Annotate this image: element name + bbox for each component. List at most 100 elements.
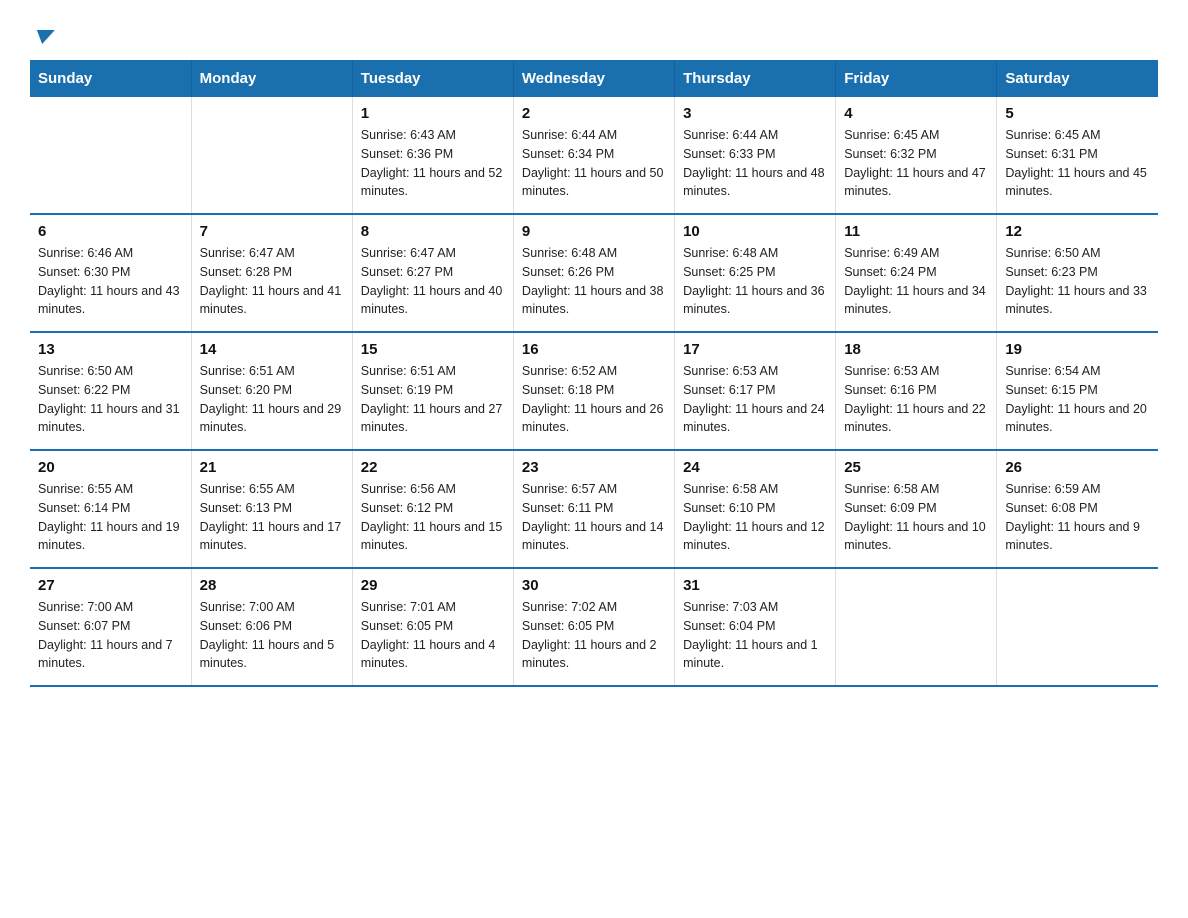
day-info: Sunrise: 6:56 AMSunset: 6:12 PMDaylight:… bbox=[361, 480, 505, 555]
weekday-header-sunday: Sunday bbox=[30, 60, 191, 97]
day-number: 12 bbox=[1005, 223, 1150, 240]
logo bbox=[30, 20, 53, 42]
day-number: 26 bbox=[1005, 459, 1150, 476]
day-cell: 3Sunrise: 6:44 AMSunset: 6:33 PMDaylight… bbox=[675, 97, 836, 214]
day-number: 9 bbox=[522, 223, 666, 240]
day-number: 4 bbox=[844, 105, 988, 122]
week-row-1: 1Sunrise: 6:43 AMSunset: 6:36 PMDaylight… bbox=[30, 97, 1158, 214]
day-cell: 27 Sunrise: 7:00 AMSunset: 6:07 PMDayligh… bbox=[30, 568, 191, 686]
day-cell: 18 Sunrise: 6:53 AMSunset: 6:16 PMDayligh… bbox=[836, 332, 997, 450]
day-cell: 14 Sunrise: 6:51 AMSunset: 6:20 PMDayligh… bbox=[191, 332, 352, 450]
day-number: 6 bbox=[38, 223, 183, 240]
day-cell: 21 Sunrise: 6:55 AMSunset: 6:13 PMDayligh… bbox=[191, 450, 352, 568]
week-row-2: 6 Sunrise: 6:46 AMSunset: 6:30 PMDaylight… bbox=[30, 214, 1158, 332]
weekday-header-saturday: Saturday bbox=[997, 60, 1158, 97]
day-number: 7 bbox=[200, 223, 344, 240]
day-cell: 10Sunrise: 6:48 AMSunset: 6:25 PMDayligh… bbox=[675, 214, 836, 332]
day-number: 14 bbox=[200, 341, 344, 358]
day-cell: 7 Sunrise: 6:47 AMSunset: 6:28 PMDaylight… bbox=[191, 214, 352, 332]
day-info: Sunrise: 7:01 AMSunset: 6:05 PMDaylight:… bbox=[361, 598, 505, 673]
day-info: Sunrise: 6:48 AMSunset: 6:25 PMDaylight:… bbox=[683, 244, 827, 319]
day-number: 23 bbox=[522, 459, 666, 476]
day-info: Sunrise: 7:00 AMSunset: 6:06 PMDaylight:… bbox=[200, 598, 344, 673]
day-number: 1 bbox=[361, 105, 505, 122]
day-info: Sunrise: 6:44 AMSunset: 6:34 PMDaylight:… bbox=[522, 126, 666, 201]
day-cell: 6 Sunrise: 6:46 AMSunset: 6:30 PMDaylight… bbox=[30, 214, 191, 332]
weekday-header-row: SundayMondayTuesdayWednesdayThursdayFrid… bbox=[30, 60, 1158, 97]
day-cell: 25Sunrise: 6:58 AMSunset: 6:09 PMDayligh… bbox=[836, 450, 997, 568]
day-number: 30 bbox=[522, 577, 666, 594]
week-row-3: 13Sunrise: 6:50 AMSunset: 6:22 PMDayligh… bbox=[30, 332, 1158, 450]
day-cell bbox=[836, 568, 997, 686]
day-info: Sunrise: 6:47 AMSunset: 6:28 PMDaylight:… bbox=[200, 244, 344, 319]
logo-arrow-icon bbox=[33, 30, 55, 44]
day-cell: 20 Sunrise: 6:55 AMSunset: 6:14 PMDayligh… bbox=[30, 450, 191, 568]
day-info: Sunrise: 6:44 AMSunset: 6:33 PMDaylight:… bbox=[683, 126, 827, 201]
calendar-table: SundayMondayTuesdayWednesdayThursdayFrid… bbox=[30, 60, 1158, 687]
day-cell: 29 Sunrise: 7:01 AMSunset: 6:05 PMDayligh… bbox=[352, 568, 513, 686]
day-number: 18 bbox=[844, 341, 988, 358]
day-cell: 4 Sunrise: 6:45 AMSunset: 6:32 PMDaylight… bbox=[836, 97, 997, 214]
day-info: Sunrise: 7:03 AMSunset: 6:04 PMDaylight:… bbox=[683, 598, 827, 673]
day-cell bbox=[997, 568, 1158, 686]
day-number: 2 bbox=[522, 105, 666, 122]
day-info: Sunrise: 6:55 AMSunset: 6:13 PMDaylight:… bbox=[200, 480, 344, 555]
day-cell: 19 Sunrise: 6:54 AMSunset: 6:15 PMDayligh… bbox=[997, 332, 1158, 450]
day-info: Sunrise: 6:46 AMSunset: 6:30 PMDaylight:… bbox=[38, 244, 183, 319]
day-info: Sunrise: 6:59 AMSunset: 6:08 PMDaylight:… bbox=[1005, 480, 1150, 555]
page-header bbox=[30, 20, 1158, 42]
week-row-4: 20 Sunrise: 6:55 AMSunset: 6:14 PMDayligh… bbox=[30, 450, 1158, 568]
day-cell: 30Sunrise: 7:02 AMSunset: 6:05 PMDayligh… bbox=[513, 568, 674, 686]
day-cell: 31 Sunrise: 7:03 AMSunset: 6:04 PMDayligh… bbox=[675, 568, 836, 686]
day-cell: 13Sunrise: 6:50 AMSunset: 6:22 PMDayligh… bbox=[30, 332, 191, 450]
day-info: Sunrise: 6:52 AMSunset: 6:18 PMDaylight:… bbox=[522, 362, 666, 437]
day-cell: 5Sunrise: 6:45 AMSunset: 6:31 PMDaylight… bbox=[997, 97, 1158, 214]
day-info: Sunrise: 6:50 AMSunset: 6:23 PMDaylight:… bbox=[1005, 244, 1150, 319]
day-info: Sunrise: 6:55 AMSunset: 6:14 PMDaylight:… bbox=[38, 480, 183, 555]
day-number: 19 bbox=[1005, 341, 1150, 358]
day-cell: 28Sunrise: 7:00 AMSunset: 6:06 PMDayligh… bbox=[191, 568, 352, 686]
day-number: 20 bbox=[38, 459, 183, 476]
day-cell: 17 Sunrise: 6:53 AMSunset: 6:17 PMDayligh… bbox=[675, 332, 836, 450]
day-info: Sunrise: 6:51 AMSunset: 6:19 PMDaylight:… bbox=[361, 362, 505, 437]
weekday-header-thursday: Thursday bbox=[675, 60, 836, 97]
day-info: Sunrise: 6:51 AMSunset: 6:20 PMDaylight:… bbox=[200, 362, 344, 437]
day-info: Sunrise: 6:49 AMSunset: 6:24 PMDaylight:… bbox=[844, 244, 988, 319]
day-info: Sunrise: 6:48 AMSunset: 6:26 PMDaylight:… bbox=[522, 244, 666, 319]
day-cell: 22Sunrise: 6:56 AMSunset: 6:12 PMDayligh… bbox=[352, 450, 513, 568]
day-number: 11 bbox=[844, 223, 988, 240]
day-info: Sunrise: 7:00 AMSunset: 6:07 PMDaylight:… bbox=[38, 598, 183, 673]
day-number: 15 bbox=[361, 341, 505, 358]
day-cell bbox=[191, 97, 352, 214]
day-info: Sunrise: 6:58 AMSunset: 6:10 PMDaylight:… bbox=[683, 480, 827, 555]
weekday-header-monday: Monday bbox=[191, 60, 352, 97]
weekday-header-tuesday: Tuesday bbox=[352, 60, 513, 97]
day-number: 29 bbox=[361, 577, 505, 594]
day-cell: 16 Sunrise: 6:52 AMSunset: 6:18 PMDayligh… bbox=[513, 332, 674, 450]
day-number: 27 bbox=[38, 577, 183, 594]
day-number: 8 bbox=[361, 223, 505, 240]
day-number: 17 bbox=[683, 341, 827, 358]
day-cell: 11 Sunrise: 6:49 AMSunset: 6:24 PMDayligh… bbox=[836, 214, 997, 332]
week-row-5: 27 Sunrise: 7:00 AMSunset: 6:07 PMDayligh… bbox=[30, 568, 1158, 686]
day-cell: 1Sunrise: 6:43 AMSunset: 6:36 PMDaylight… bbox=[352, 97, 513, 214]
day-info: Sunrise: 6:50 AMSunset: 6:22 PMDaylight:… bbox=[38, 362, 183, 437]
day-cell: 9 Sunrise: 6:48 AMSunset: 6:26 PMDaylight… bbox=[513, 214, 674, 332]
day-number: 21 bbox=[200, 459, 344, 476]
day-cell: 8Sunrise: 6:47 AMSunset: 6:27 PMDaylight… bbox=[352, 214, 513, 332]
day-cell bbox=[30, 97, 191, 214]
day-info: Sunrise: 6:57 AMSunset: 6:11 PMDaylight:… bbox=[522, 480, 666, 555]
day-info: Sunrise: 6:45 AMSunset: 6:31 PMDaylight:… bbox=[1005, 126, 1150, 201]
weekday-header-wednesday: Wednesday bbox=[513, 60, 674, 97]
day-info: Sunrise: 6:45 AMSunset: 6:32 PMDaylight:… bbox=[844, 126, 988, 201]
day-number: 24 bbox=[683, 459, 827, 476]
logo-blue bbox=[30, 28, 53, 42]
day-cell: 26 Sunrise: 6:59 AMSunset: 6:08 PMDayligh… bbox=[997, 450, 1158, 568]
day-cell: 15 Sunrise: 6:51 AMSunset: 6:19 PMDayligh… bbox=[352, 332, 513, 450]
day-info: Sunrise: 6:54 AMSunset: 6:15 PMDaylight:… bbox=[1005, 362, 1150, 437]
day-number: 16 bbox=[522, 341, 666, 358]
day-number: 31 bbox=[683, 577, 827, 594]
day-info: Sunrise: 6:53 AMSunset: 6:16 PMDaylight:… bbox=[844, 362, 988, 437]
day-cell: 24 Sunrise: 6:58 AMSunset: 6:10 PMDayligh… bbox=[675, 450, 836, 568]
day-info: Sunrise: 6:53 AMSunset: 6:17 PMDaylight:… bbox=[683, 362, 827, 437]
